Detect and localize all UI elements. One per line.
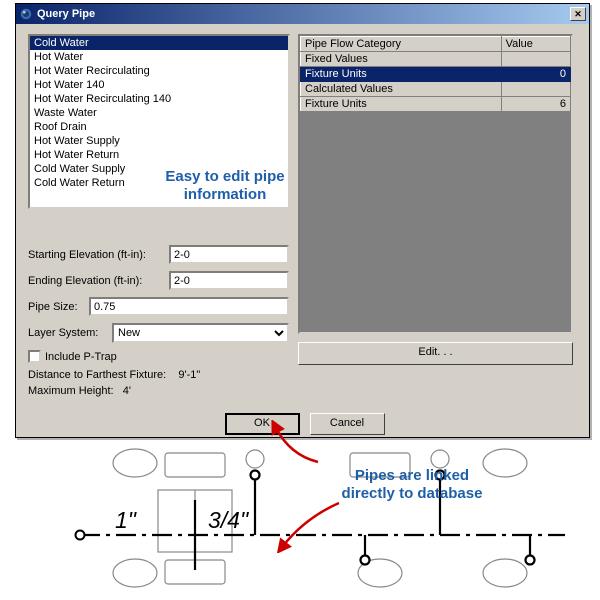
ending-elev-label: Ending Elevation (ft-in): xyxy=(28,275,163,287)
close-button[interactable]: ✕ xyxy=(570,7,586,21)
pipe-size-2: 3/4" xyxy=(208,507,250,533)
ptrap-label: Include P-Trap xyxy=(45,351,117,363)
list-item[interactable]: Hot Water Supply xyxy=(30,134,288,148)
ending-elev-input[interactable] xyxy=(169,271,289,290)
ok-button[interactable]: OK xyxy=(225,413,300,435)
query-pipe-dialog: Query Pipe ✕ Cold WaterHot WaterHot Wate… xyxy=(15,3,590,438)
window-title: Query Pipe xyxy=(37,8,95,20)
distance-value: 9'-1" xyxy=(178,369,200,381)
grid-row[interactable]: Calculated Values xyxy=(301,82,571,97)
list-item[interactable]: Hot Water 140 xyxy=(30,78,288,92)
pipe-size-input[interactable] xyxy=(89,297,289,316)
list-item[interactable]: Cold Water Return xyxy=(30,176,288,190)
list-item[interactable]: Cold Water xyxy=(30,36,288,50)
layer-system-label: Layer System: xyxy=(28,327,106,339)
list-item[interactable]: Waste Water xyxy=(30,106,288,120)
list-item[interactable]: Cold Water Supply xyxy=(30,162,288,176)
grid-row[interactable]: Fixture Units0 xyxy=(301,67,571,82)
cancel-button[interactable]: Cancel xyxy=(310,413,385,435)
list-item[interactable]: Roof Drain xyxy=(30,120,288,134)
list-item[interactable]: Hot Water xyxy=(30,50,288,64)
pipe-size-label: Pipe Size: xyxy=(28,301,83,313)
maxheight-label: Maximum Height: xyxy=(28,385,114,397)
include-ptrap-checkbox[interactable]: Include P-Trap xyxy=(28,350,290,363)
flow-grid[interactable]: Pipe Flow CategoryValueFixed ValuesFixtu… xyxy=(298,34,573,334)
layer-system-select[interactable]: New xyxy=(112,323,289,343)
pipe-type-list[interactable]: Cold WaterHot WaterHot Water Recirculati… xyxy=(28,34,290,209)
pipe-size-1: 1" xyxy=(115,507,138,533)
grid-row[interactable]: Fixture Units6 xyxy=(301,97,571,112)
list-item[interactable]: Hot Water Recirculating xyxy=(30,64,288,78)
distance-label: Distance to Farthest Fixture: xyxy=(28,369,166,381)
edit-button[interactable]: Edit. . . xyxy=(298,342,573,365)
grid-header[interactable]: Value xyxy=(501,37,570,52)
starting-elev-input[interactable] xyxy=(169,245,289,264)
checkbox-box xyxy=(28,350,41,363)
titlebar[interactable]: Query Pipe ✕ xyxy=(16,4,589,24)
starting-elev-label: Starting Elevation (ft-in): xyxy=(28,249,163,261)
app-icon xyxy=(19,7,33,21)
maxheight-value: 4' xyxy=(123,385,131,397)
background-drawing: 1" 3/4" xyxy=(60,445,580,590)
grid-header[interactable]: Pipe Flow Category xyxy=(301,37,502,52)
list-item[interactable]: Hot Water Recirculating 140 xyxy=(30,92,288,106)
list-item[interactable]: Hot Water Return xyxy=(30,148,288,162)
grid-row[interactable]: Fixed Values xyxy=(301,52,571,67)
